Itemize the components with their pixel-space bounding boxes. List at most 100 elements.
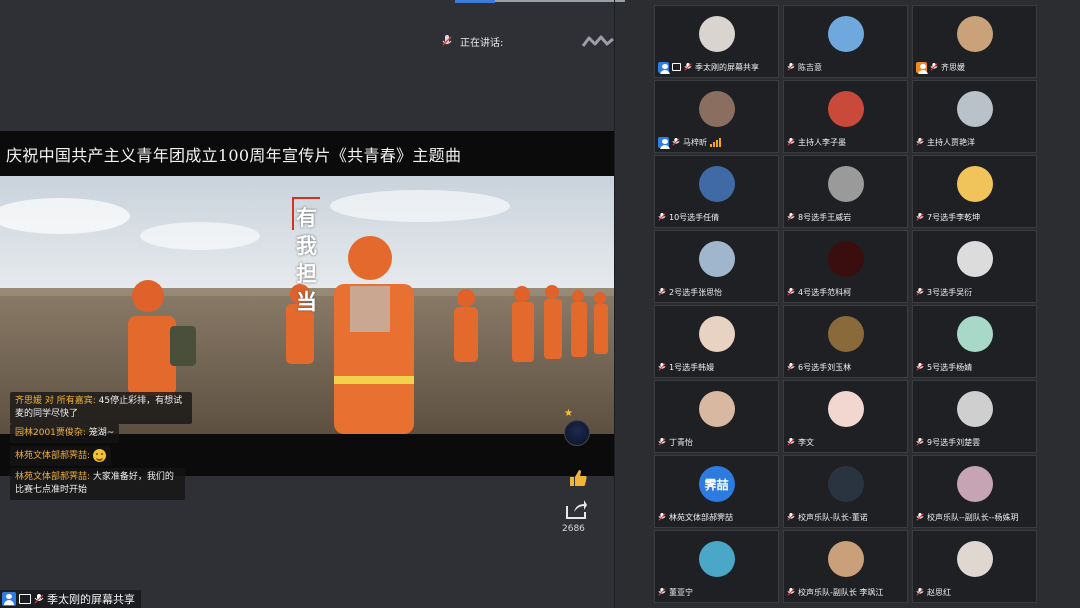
participant-tile[interactable]: 9号选手刘楚雲 [912, 380, 1037, 453]
chat-comment: 园林2001贾俊杂: 笼湖~ [10, 424, 120, 443]
firefighter-figure [454, 289, 478, 362]
share-icon[interactable] [564, 498, 588, 520]
participant-name: 主持人李子墨 [798, 137, 846, 147]
participant-tile[interactable]: 赵思红 [912, 530, 1037, 603]
participant-label: 丁青怡 [658, 435, 775, 449]
video-title-bar: 庆祝中国共产主义青年团成立100周年宣传片《共青春》主题曲 [0, 131, 614, 176]
participant-tile[interactable]: 丁青怡 [654, 380, 779, 453]
participant-label: 马梓昕 [658, 135, 775, 149]
participant-avatar [827, 16, 864, 52]
participant-name: 4号选手范科柯 [798, 287, 852, 297]
participant-label: 5号选手杨婧 [916, 360, 1033, 374]
participant-tile[interactable]: 6号选手刘玉林 [783, 305, 908, 378]
participant-label: 校声乐队-队长-董诺 [787, 510, 904, 524]
participant-avatar [827, 166, 864, 202]
participant-name: 8号选手王威岩 [798, 212, 852, 222]
participant-name: 9号选手刘楚雲 [927, 437, 981, 447]
comment-author: 园林2001贾俊杂: [15, 428, 86, 438]
speaking-indicator: 正在讲话: [440, 28, 615, 54]
participant-avatar [698, 391, 735, 427]
participant-tile[interactable]: 主持人李子墨 [783, 80, 908, 153]
participant-tile[interactable]: 校声乐队-副队长 李飒江 [783, 530, 908, 603]
participant-avatar [827, 466, 864, 502]
participant-label: 季太刚的屏幕共享 [658, 60, 775, 74]
participant-label: 赵思红 [916, 585, 1033, 599]
participant-tile[interactable]: 齐思媛 [912, 5, 1037, 78]
participant-label: 主持人贾艳洋 [916, 135, 1033, 149]
comment-text: 笼湖~ [85, 428, 115, 438]
screen-share-icon [672, 63, 681, 71]
participant-tile[interactable]: 霁喆林苑文体部郝霁喆 [654, 455, 779, 528]
participant-tile[interactable]: 1号选手韩嫚 [654, 305, 779, 378]
participant-tile[interactable]: 主持人贾艳洋 [912, 80, 1037, 153]
participant-tile[interactable]: 3号选手吴衍 [912, 230, 1037, 303]
mic-muted-icon [787, 288, 795, 296]
participant-avatar [698, 241, 735, 277]
participant-label: 林苑文体部郝霁喆 [658, 510, 775, 524]
participant-name: 季太刚的屏幕共享 [695, 62, 759, 72]
video-title: 庆祝中国共产主义青年团成立100周年宣传片《共青春》主题曲 [6, 145, 462, 165]
like-count: 2686 [562, 524, 585, 534]
comment-author: 林苑文体部郝霁喆: [15, 472, 91, 482]
participant-label: 齐思媛 [916, 60, 1033, 74]
user-blue-icon [658, 61, 670, 74]
mic-muted-icon [658, 363, 666, 371]
participant-avatar [698, 541, 735, 577]
participant-label: 7号选手李乾坤 [916, 210, 1033, 224]
participant-tile[interactable]: 7号选手李乾坤 [912, 155, 1037, 228]
mic-muted-icon [916, 513, 924, 521]
participant-tile[interactable]: 10号选手任倩 [654, 155, 779, 228]
participant-label: 1号选手韩嫚 [658, 360, 775, 374]
participant-name: 2号选手张思怡 [669, 287, 723, 297]
participant-avatar [698, 91, 735, 127]
user-orange-icon [916, 61, 928, 74]
view-indicator-track [495, 0, 625, 2]
participant-label: 校声乐队-副队长 李飒江 [787, 585, 904, 599]
participant-name: 董亚宁 [669, 587, 693, 597]
star-badge-icon: ★ [564, 408, 573, 419]
participant-name: 林苑文体部郝霁喆 [669, 512, 733, 522]
participant-name: 赵思红 [927, 587, 951, 597]
participant-avatar [827, 316, 864, 352]
host-avatar[interactable] [564, 420, 590, 446]
participant-tile[interactable]: 2号选手张思怡 [654, 230, 779, 303]
participant-tile[interactable]: 董亚宁 [654, 530, 779, 603]
participant-tile[interactable]: 李文 [783, 380, 908, 453]
participant-name: 5号选手杨婧 [927, 362, 973, 372]
comment-author: 齐思媛 对 所有嘉宾: [15, 396, 96, 406]
audio-level-icon [710, 137, 722, 147]
video-overlay-text: 有我担当 [296, 205, 317, 314]
participant-name: 丁青怡 [669, 437, 693, 447]
participant-tile[interactable]: 5号选手杨婧 [912, 305, 1037, 378]
chat-comment: 林苑文体部郝霁喆: [10, 446, 112, 466]
thumbs-up-icon[interactable] [568, 468, 588, 488]
participant-avatar [827, 541, 864, 577]
participant-avatar [956, 316, 993, 352]
participant-avatar [698, 16, 735, 52]
participant-name: 校声乐队--副队长--杨姝玥 [927, 512, 1019, 522]
mic-muted-icon [916, 288, 924, 296]
participant-name: 1号选手韩嫚 [669, 362, 715, 372]
participant-label: 3号选手吴衍 [916, 285, 1033, 299]
mic-muted-icon [787, 63, 795, 71]
participant-tile[interactable]: 8号选手王威岩 [783, 155, 908, 228]
participant-tile[interactable]: 校声乐队-队长-董诺 [783, 455, 908, 528]
participant-tile[interactable]: 4号选手范科柯 [783, 230, 908, 303]
mic-muted-icon [916, 588, 924, 596]
participant-tile[interactable]: 陈吉意 [783, 5, 908, 78]
participant-label: 4号选手范科柯 [787, 285, 904, 299]
view-indicator-active [455, 0, 495, 3]
participant-tile[interactable]: 校声乐队--副队长--杨姝玥 [912, 455, 1037, 528]
participant-label: 2号选手张思怡 [658, 285, 775, 299]
avatar-initials: 霁喆 [704, 477, 729, 492]
screen-share-label: 季太刚的屏幕共享 [0, 590, 141, 608]
participant-label: 主持人李子墨 [787, 135, 904, 149]
mic-muted-icon [658, 213, 666, 221]
participant-name: 校声乐队-副队长 李飒江 [798, 587, 884, 597]
participant-avatar [698, 166, 735, 202]
participant-label: 8号选手王威岩 [787, 210, 904, 224]
participant-tile[interactable]: 马梓昕 [654, 80, 779, 153]
participant-tile[interactable]: 季太刚的屏幕共享 [654, 5, 779, 78]
mic-muted-icon [787, 438, 795, 446]
pane-divider[interactable] [614, 0, 615, 608]
